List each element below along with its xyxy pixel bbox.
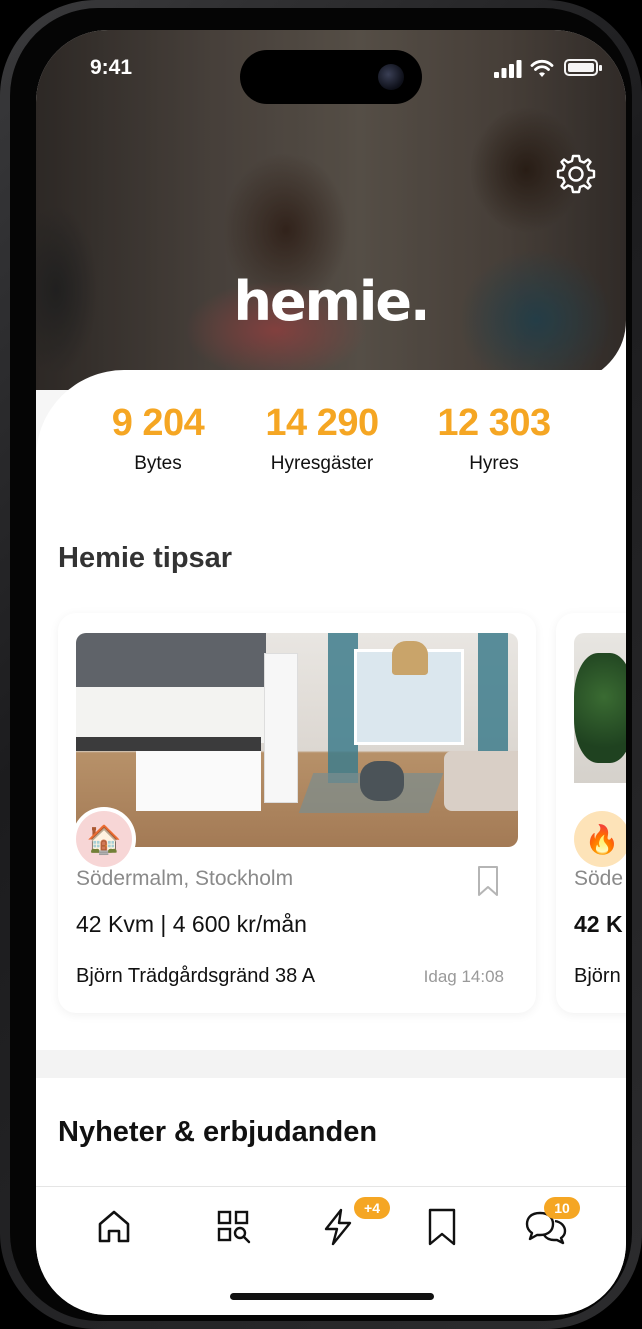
listing-photo [574,633,626,783]
tab-saved[interactable] [416,1201,468,1253]
stat-label: Hyres [469,453,519,474]
screen: hemie. 9:41 9 204 Bytes 14 290 Hyresgäst… [36,30,626,1315]
stat-hyresgaster: 14 290 Hyresgäster [232,402,412,475]
tab-search[interactable] [208,1201,260,1253]
stat-label: Hyresgäster [270,453,374,474]
listing-address: Björn Trädgårdsgränd 38 A [76,965,316,987]
listing-type-badge: 🔥 [570,807,626,871]
tab-messages[interactable]: 10 [520,1197,580,1253]
tab-home[interactable] [88,1201,140,1253]
status-time: 9:41 [90,56,133,79]
stat-value: 14 290 [265,402,379,444]
stat-value: 9 204 [111,402,205,444]
bookmark-icon[interactable] [476,865,500,897]
stat-bytes: 9 204 Bytes [68,402,248,475]
listing-time: Idag 14:08 [423,967,504,986]
section-divider [36,1050,626,1080]
lightning-icon [324,1208,352,1246]
house-emoji-icon: 🏠 [76,811,132,867]
news-section-title: Nyheter & erbjudanden [58,1116,378,1148]
battery-icon [564,59,602,76]
listing-card[interactable]: 🔥 Söde 42 K Björn [556,613,626,1013]
notification-badge: 10 [544,1197,580,1219]
listing-address: Björn [574,965,621,987]
tips-section-title: Hemie tipsar [58,542,233,574]
home-indicator [230,1293,434,1300]
phone-frame: hemie. 9:41 9 204 Bytes 14 290 Hyresgäst… [0,0,642,1329]
phone-bezel: hemie. 9:41 9 204 Bytes 14 290 Hyresgäst… [10,8,632,1321]
listing-card[interactable]: 🏠 Södermalm, Stockholm 42 Kvm | 4 600 kr… [58,613,536,1013]
cellular-signal-icon [494,60,522,78]
dynamic-island [240,50,422,104]
tab-activity[interactable]: +4 [312,1197,390,1253]
stat-hyres: 12 303 Hyres [404,402,584,475]
stat-value: 12 303 [437,402,551,444]
tab-bar: +4 10 [36,1186,626,1315]
notification-badge: +4 [354,1197,390,1219]
listing-size-price: 42 Kvm | 4 600 kr/mån [76,911,307,937]
listing-location: Södermalm, Stockholm [76,867,294,890]
search-grid-icon [217,1210,251,1244]
listing-location: Söde [574,867,624,890]
listing-type-badge: 🏠 [72,807,136,871]
stat-label: Bytes [134,453,182,474]
settings-gear-icon[interactable] [554,152,598,196]
listing-photo [76,633,518,847]
fire-emoji-icon: 🔥 [574,811,626,867]
front-camera [378,64,404,90]
home-icon [98,1210,130,1243]
bookmark-icon [428,1208,456,1246]
wifi-icon [530,59,554,77]
hero-curve [534,320,626,392]
listing-size-price: 42 K [574,911,623,937]
